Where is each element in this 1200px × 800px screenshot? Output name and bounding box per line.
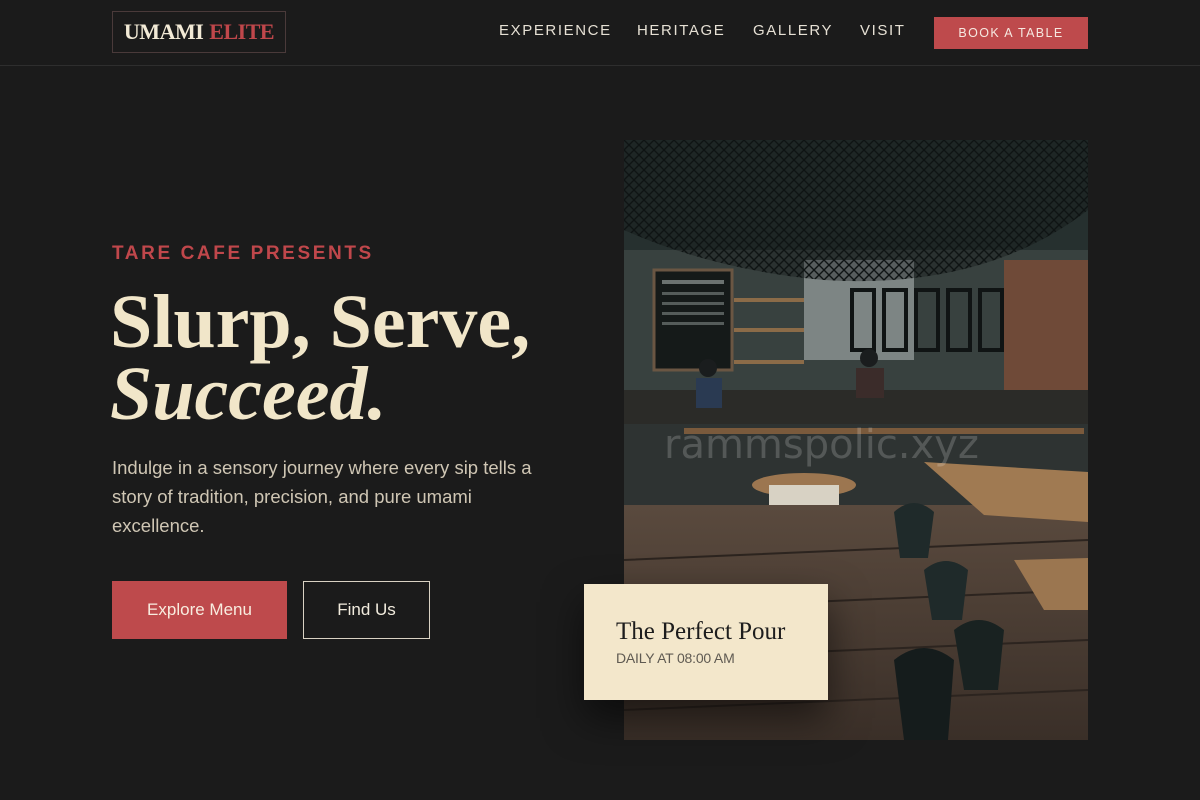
explore-menu-button[interactable]: Explore Menu xyxy=(112,581,287,639)
book-table-button[interactable]: BOOK A TABLE xyxy=(934,17,1088,49)
hero-title: Slurp, Serve, Succeed. xyxy=(110,284,570,436)
nav-item-heritage[interactable]: HERITAGE xyxy=(637,22,725,39)
svg-text:rammspolic.xyz: rammspolic.xyz xyxy=(664,422,979,468)
nav-item-experience[interactable]: EXPERIENCE xyxy=(499,22,612,39)
brand-name-part2: ELITE xyxy=(209,19,275,44)
hero-eyebrow: TARE CAFE PRESENTS xyxy=(112,243,374,264)
nav-item-visit[interactable]: VISIT xyxy=(860,22,906,39)
hero-description: Indulge in a sensory journey where every… xyxy=(112,457,532,536)
feature-card: The Perfect Pour DAILY AT 08:00 AM xyxy=(584,584,828,700)
nav-item-gallery[interactable]: GALLERY xyxy=(753,22,833,39)
brand-name-part1: UMAMI xyxy=(123,19,204,44)
feature-card-subtitle: DAILY AT 08:00 AM xyxy=(616,650,735,666)
brand-logo[interactable]: UMAMI ELITE xyxy=(112,11,286,53)
site-header: UMAMI ELITE EXPERIENCE HERITAGE GALLERY … xyxy=(0,0,1200,66)
find-us-button[interactable]: Find Us xyxy=(303,581,430,639)
hero-title-line2: Succeed. xyxy=(110,352,387,436)
feature-card-title: The Perfect Pour xyxy=(616,618,786,645)
